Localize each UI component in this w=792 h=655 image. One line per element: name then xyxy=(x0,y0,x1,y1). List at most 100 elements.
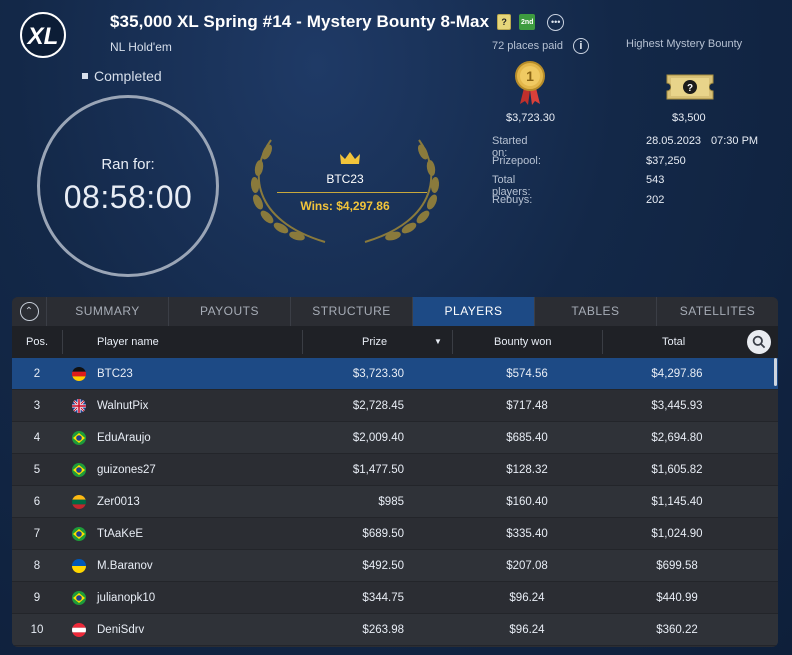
tab-bar: ⌃ SUMMARY PAYOUTS STRUCTURE PLAYERS TABL… xyxy=(12,297,778,326)
row-total: $1,605.82 xyxy=(651,464,703,476)
col-total[interactable]: Total xyxy=(662,326,685,358)
row-player-name: DeniSdrv xyxy=(97,624,145,636)
row-total: $440.99 xyxy=(656,592,698,604)
row-prize: $492.50 xyxy=(362,560,404,572)
row-pos: 8 xyxy=(33,560,41,572)
svg-text:XL: XL xyxy=(26,23,59,50)
flag-icon-de xyxy=(72,367,86,381)
search-button[interactable] xyxy=(747,330,771,354)
highest-bounty-label: Highest Mystery Bounty xyxy=(626,38,743,50)
first-prize-value: $3,723.30 xyxy=(506,112,555,124)
row-bounty: $160.40 xyxy=(506,496,548,508)
tab-players[interactable]: PLAYERS xyxy=(412,297,534,326)
row-bounty: $685.40 xyxy=(506,432,548,444)
row-pos: 2 xyxy=(33,368,41,380)
table-row[interactable]: 7 TtAaKeE $689.50 $335.40 $1,024.90 xyxy=(12,518,778,550)
table-row[interactable]: 9 julianopk10 $344.75 $96.24 $440.99 xyxy=(12,582,778,614)
flag-icon-br xyxy=(72,591,86,605)
table-row[interactable]: 10 DeniSdrv $263.98 $96.24 $360.22 xyxy=(12,614,778,646)
started-date: 28.05.2023 xyxy=(646,135,702,147)
flag-icon-ua xyxy=(72,559,86,573)
prizepool-value: $37,250 xyxy=(646,154,686,167)
row-pos: 6 xyxy=(33,496,41,508)
row-total: $2,694.80 xyxy=(651,432,703,444)
mystery-tag-icon: ? xyxy=(497,14,512,30)
tab-summary[interactable]: SUMMARY xyxy=(46,297,168,326)
row-total: $3,445.93 xyxy=(651,400,703,412)
winner-badge: BTC23 Wins: $4,297.86 xyxy=(245,130,445,248)
row-pos: 10 xyxy=(30,624,44,636)
info-icon[interactable]: i xyxy=(572,38,589,54)
row-player-name: EduAraujo xyxy=(97,432,151,444)
col-pos[interactable]: Pos. xyxy=(26,326,48,358)
rebuys-value: 202 xyxy=(646,193,665,206)
col-bounty-won[interactable]: Bounty won xyxy=(494,326,551,358)
crown-icon xyxy=(340,152,360,164)
tab-satellites[interactable]: SATELLITES xyxy=(656,297,778,326)
tab-structure[interactable]: STRUCTURE xyxy=(290,297,412,326)
tab-tables[interactable]: TABLES xyxy=(534,297,656,326)
row-player-name: Zer0013 xyxy=(97,496,140,508)
col-player-name[interactable]: Player name xyxy=(97,326,159,358)
started-time: 07:30 PM xyxy=(711,135,759,147)
row-player-name: WalnutPix xyxy=(97,400,149,412)
tab-payouts[interactable]: PAYOUTS xyxy=(168,297,290,326)
status-indicator: Completed xyxy=(82,68,162,84)
flag-icon-at xyxy=(72,623,86,637)
row-prize: $2,009.40 xyxy=(352,432,404,444)
row-bounty: $717.48 xyxy=(506,400,548,412)
flag-icon-br xyxy=(72,463,86,477)
row-prize: $263.98 xyxy=(362,624,404,636)
flag-icon-lt xyxy=(72,495,86,509)
players-value: 543 xyxy=(646,174,665,186)
scrollbar[interactable] xyxy=(774,358,777,386)
status-dot-icon xyxy=(82,73,88,79)
row-bounty: $207.08 xyxy=(506,560,548,572)
table-row[interactable]: 4 EduAraujo $2,009.40 $685.40 $2,694.80 xyxy=(12,422,778,454)
search-icon xyxy=(752,335,766,349)
row-total: $1,024.90 xyxy=(651,528,703,540)
laurel-wreath-icon xyxy=(250,139,440,243)
table-row[interactable]: 6 Zer0013 $985 $160.40 $1,145.40 xyxy=(12,486,778,518)
row-bounty: $574.56 xyxy=(506,368,548,380)
tournament-title: $35,000 XL Spring #14 - Mystery Bounty 8… xyxy=(110,12,490,31)
table-row[interactable]: 5 guizones27 $1,477.50 $128.32 $1,605.82 xyxy=(12,454,778,486)
row-prize: $344.75 xyxy=(362,592,404,604)
mystery-bounty-ticket-icon: ? xyxy=(666,74,714,100)
row-total: $1,145.40 xyxy=(651,496,703,508)
table-row[interactable]: 8 M.Baranov $492.50 $207.08 $699.58 xyxy=(12,550,778,582)
col-prize[interactable]: Prize xyxy=(362,326,387,358)
row-bounty: $335.40 xyxy=(506,528,548,540)
row-player-name: julianopk10 xyxy=(97,592,156,604)
game-type: NL Hold'em xyxy=(110,40,172,54)
row-pos: 4 xyxy=(33,432,41,444)
rebuys-label: Rebuys: xyxy=(492,193,533,206)
clock-time: 08:58:00 xyxy=(63,179,193,215)
row-pos: 7 xyxy=(33,528,41,540)
svg-text:?: ? xyxy=(687,83,693,94)
row-prize: $3,723.30 xyxy=(352,368,404,380)
run-time-clock: Ran for: 08:58:00 xyxy=(37,95,219,277)
flag-icon-gb xyxy=(72,399,86,413)
row-pos: 3 xyxy=(33,400,41,412)
row-player-name: BTC23 xyxy=(97,368,133,380)
row-prize: $1,477.50 xyxy=(352,464,404,476)
table-row[interactable]: 3 WalnutPix $2,728.45 $717.48 $3,445.93 xyxy=(12,390,778,422)
row-player-name: guizones27 xyxy=(97,464,156,476)
clock-label: Ran for: xyxy=(101,156,155,173)
winner-winnings: Wins: $4,297.86 xyxy=(300,199,390,213)
more-options-button[interactable]: ••• xyxy=(547,13,565,31)
table-header: Pos. Player name Prize ▼ Bounty won Tota… xyxy=(12,326,778,358)
collapse-button[interactable]: ⌃ xyxy=(12,297,46,326)
xl-logo: XL xyxy=(14,10,72,60)
flag-icon-br xyxy=(72,431,86,445)
tournament-panel: ⌃ SUMMARY PAYOUTS STRUCTURE PLAYERS TABL… xyxy=(12,297,778,647)
mystery-bounty-value: $3,500 xyxy=(672,112,706,124)
second-chance-tag-icon: 2nd xyxy=(519,14,536,30)
row-player-name: M.Baranov xyxy=(97,560,153,572)
row-bounty: $128.32 xyxy=(506,464,548,476)
row-total: $699.58 xyxy=(656,560,698,572)
row-total: $4,297.86 xyxy=(651,368,703,380)
table-row[interactable]: 2 BTC23 $3,723.30 $574.56 $4,297.86 xyxy=(12,358,778,390)
chevron-up-icon: ⌃ xyxy=(19,302,39,321)
